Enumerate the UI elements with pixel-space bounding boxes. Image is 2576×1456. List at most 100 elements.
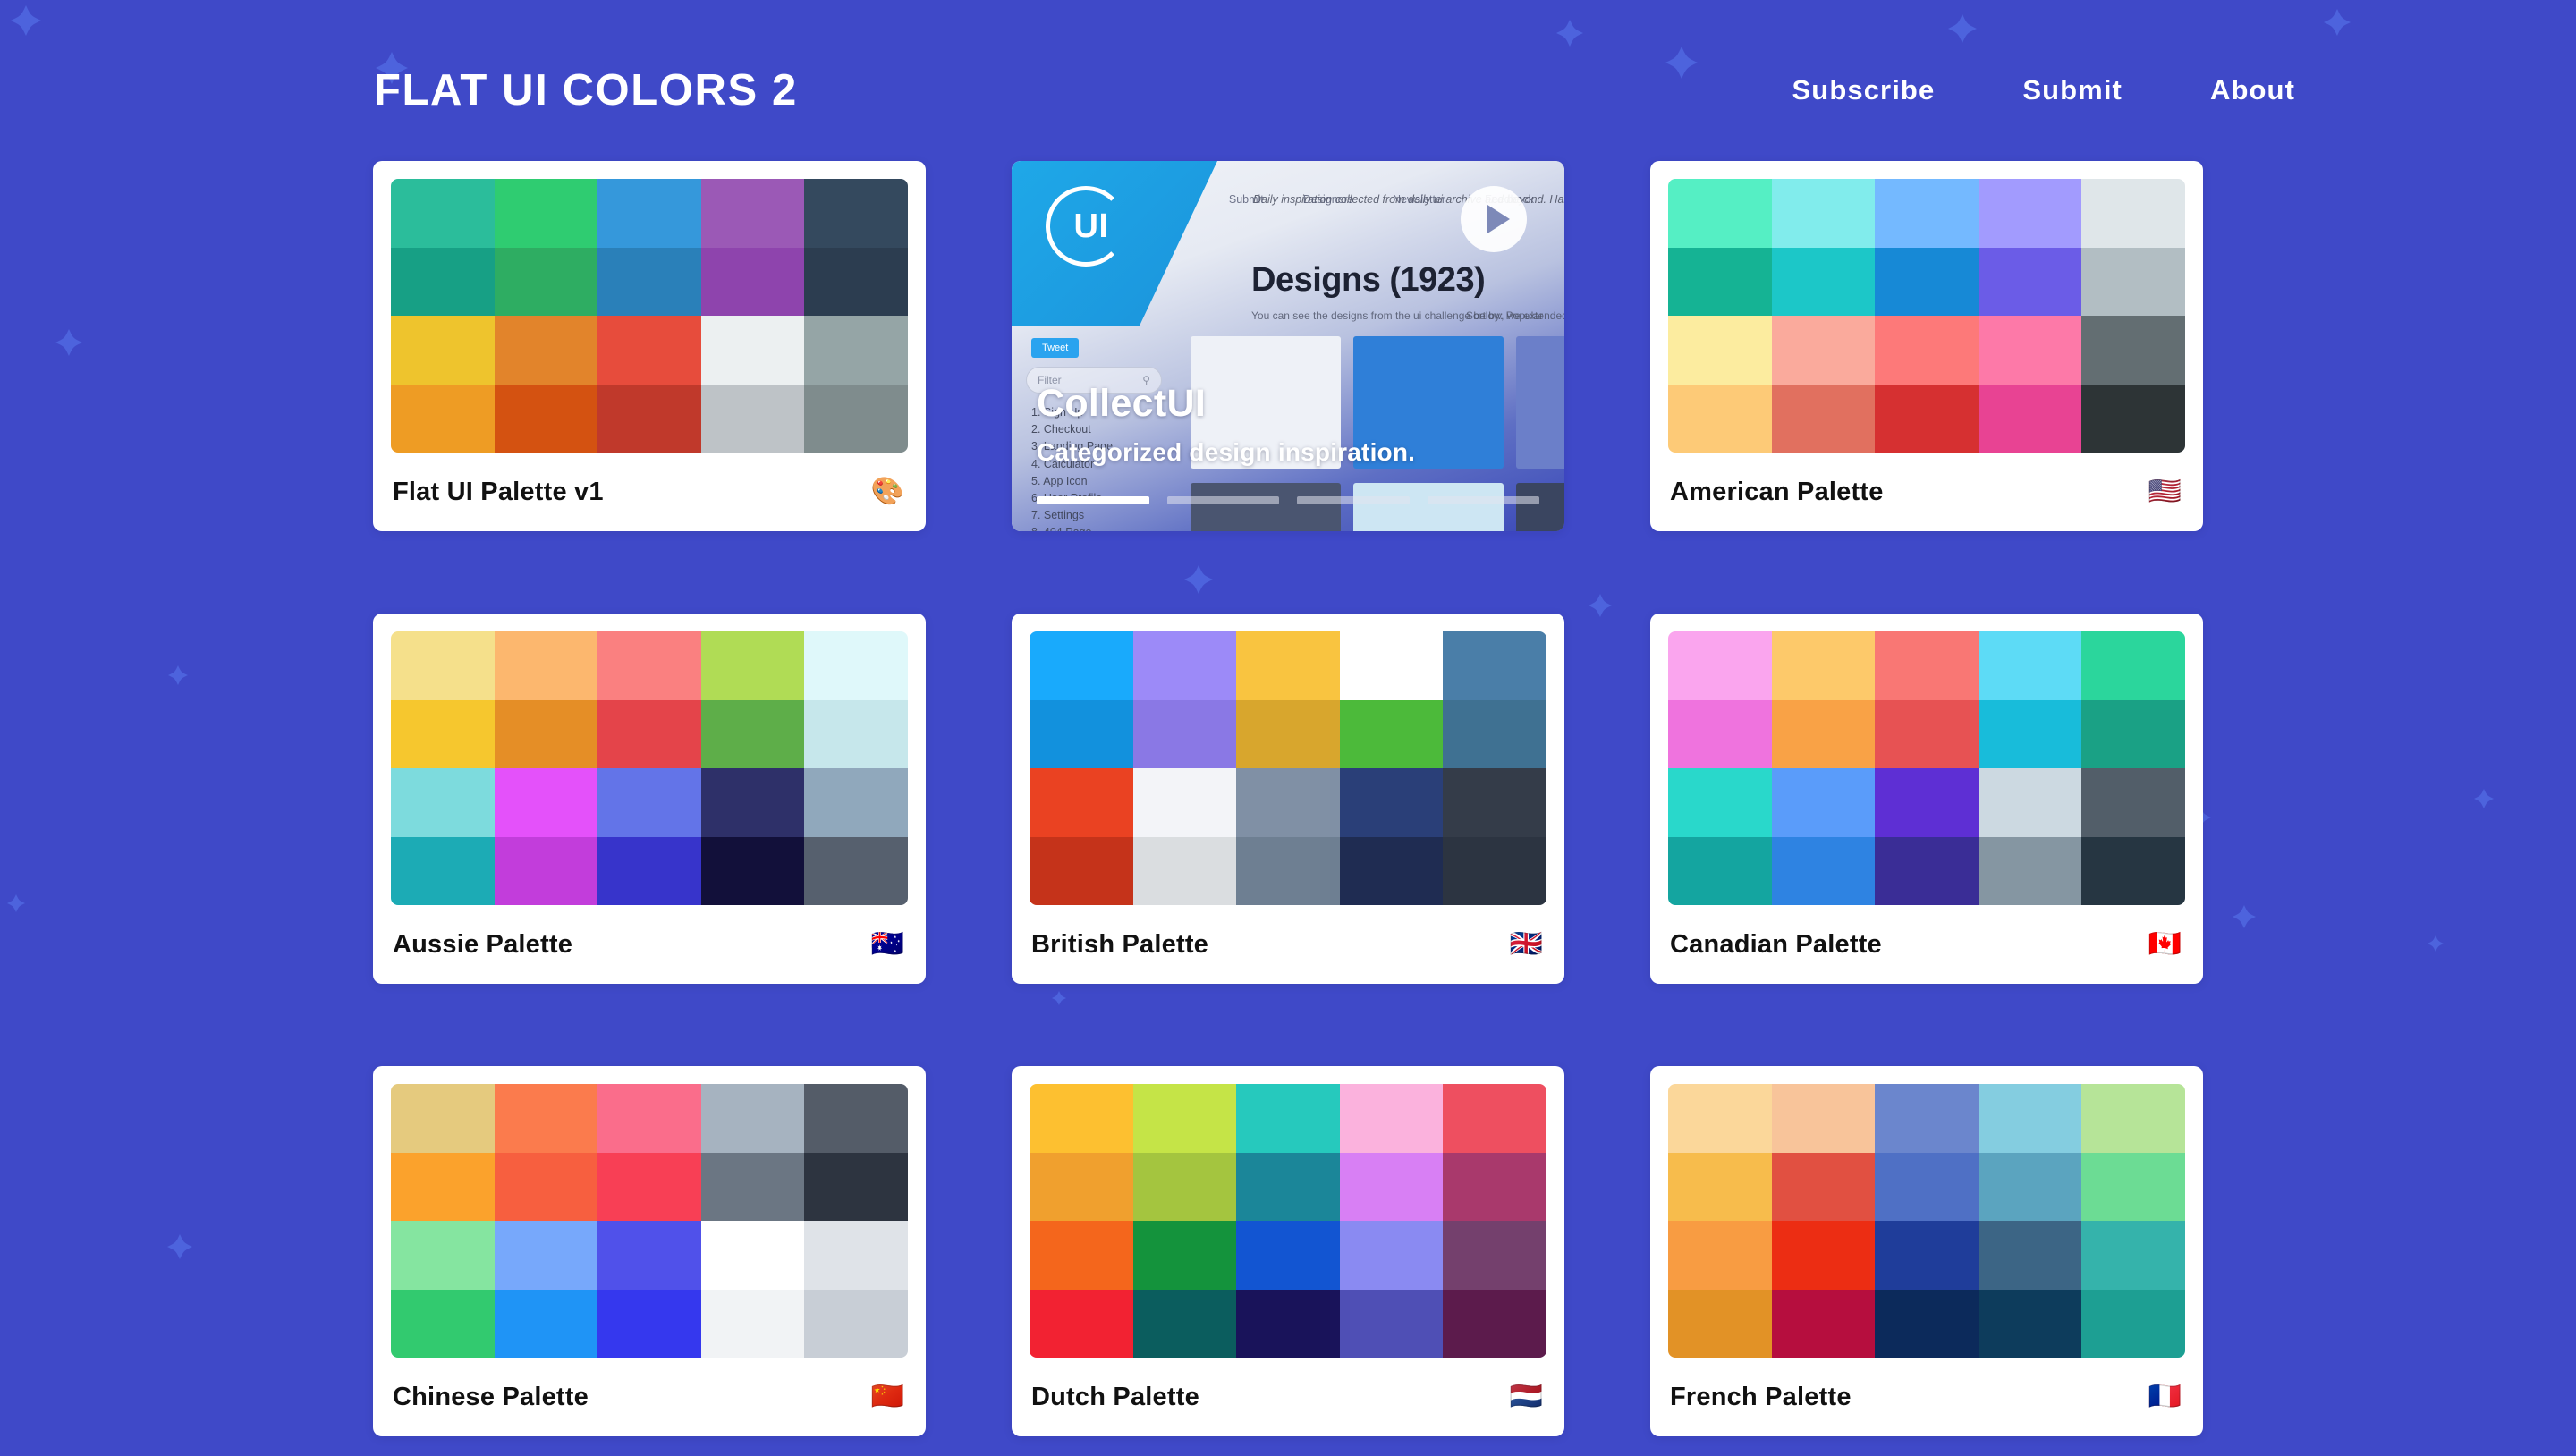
color-swatch[interactable] xyxy=(1978,316,2082,385)
color-swatch[interactable] xyxy=(2081,1084,2185,1153)
color-swatch[interactable] xyxy=(2081,247,2185,316)
color-swatch[interactable] xyxy=(1875,316,1979,385)
color-swatch[interactable] xyxy=(1132,768,1237,837)
color-swatch[interactable] xyxy=(700,836,805,905)
color-swatch[interactable] xyxy=(1978,1221,2082,1290)
ad-progress-bar-4[interactable] xyxy=(1427,496,1539,504)
color-swatch[interactable] xyxy=(1668,836,1772,905)
color-swatch[interactable] xyxy=(1978,384,2082,453)
palette-card[interactable]: Canadian Palette 🇨🇦 xyxy=(1650,614,2203,984)
color-swatch[interactable] xyxy=(1339,836,1444,905)
color-swatch[interactable] xyxy=(1030,699,1133,768)
color-swatch[interactable] xyxy=(700,384,805,453)
color-swatch[interactable] xyxy=(1236,1289,1340,1358)
color-swatch[interactable] xyxy=(597,316,701,385)
color-swatch[interactable] xyxy=(1875,1289,1979,1358)
palette-card[interactable]: French Palette 🇫🇷 xyxy=(1650,1066,2203,1436)
color-swatch[interactable] xyxy=(1978,631,2082,700)
color-swatch[interactable] xyxy=(700,631,805,700)
nav-link-about[interactable]: About xyxy=(2210,74,2295,106)
color-swatch[interactable] xyxy=(1443,1084,1546,1153)
color-swatch[interactable] xyxy=(804,1289,908,1358)
color-swatch[interactable] xyxy=(2081,1289,2185,1358)
color-swatch[interactable] xyxy=(1668,247,1772,316)
color-swatch[interactable] xyxy=(804,699,908,768)
color-swatch[interactable] xyxy=(700,1152,805,1221)
color-swatch[interactable] xyxy=(494,631,598,700)
color-swatch[interactable] xyxy=(1443,631,1546,700)
color-swatch[interactable] xyxy=(804,247,908,316)
color-swatch[interactable] xyxy=(1978,179,2082,248)
color-swatch[interactable] xyxy=(1443,768,1546,837)
color-swatch[interactable] xyxy=(494,768,598,837)
palette-card[interactable]: Aussie Palette 🇦🇺 xyxy=(373,614,926,984)
color-swatch[interactable] xyxy=(391,384,495,453)
color-swatch[interactable] xyxy=(494,316,598,385)
color-swatch[interactable] xyxy=(1978,247,2082,316)
color-swatch[interactable] xyxy=(494,179,598,248)
color-swatch[interactable] xyxy=(597,1152,701,1221)
color-swatch[interactable] xyxy=(1236,631,1340,700)
color-swatch[interactable] xyxy=(1340,631,1444,700)
color-swatch[interactable] xyxy=(1771,631,1876,700)
color-swatch[interactable] xyxy=(700,1221,805,1290)
color-swatch[interactable] xyxy=(597,179,701,248)
color-swatch[interactable] xyxy=(391,768,495,837)
color-swatch[interactable] xyxy=(1978,768,2082,837)
color-swatch[interactable] xyxy=(1339,1152,1444,1221)
nav-link-subscribe[interactable]: Subscribe xyxy=(1792,74,1936,106)
color-swatch[interactable] xyxy=(1771,768,1876,837)
color-swatch[interactable] xyxy=(597,768,701,837)
color-swatch[interactable] xyxy=(391,836,495,905)
color-swatch[interactable] xyxy=(1875,1084,1979,1153)
color-swatch[interactable] xyxy=(1236,699,1340,768)
color-swatch[interactable] xyxy=(1875,768,1979,837)
palette-card[interactable]: Dutch Palette 🇳🇱 xyxy=(1012,1066,1564,1436)
color-swatch[interactable] xyxy=(1030,631,1133,700)
color-swatch[interactable] xyxy=(1668,384,1772,453)
palette-card[interactable]: American Palette 🇺🇸 xyxy=(1650,161,2203,531)
color-swatch[interactable] xyxy=(597,699,701,768)
color-swatch[interactable] xyxy=(1875,247,1979,316)
nav-link-submit[interactable]: Submit xyxy=(2022,74,2123,106)
color-swatch[interactable] xyxy=(1771,1221,1876,1290)
color-swatch[interactable] xyxy=(494,699,598,768)
color-swatch[interactable] xyxy=(1236,836,1340,905)
color-swatch[interactable] xyxy=(1668,1084,1772,1153)
color-swatch[interactable] xyxy=(494,1289,598,1358)
ad-progress-bar-2[interactable] xyxy=(1166,496,1279,504)
color-swatch[interactable] xyxy=(700,1289,805,1358)
color-swatch[interactable] xyxy=(700,179,805,248)
color-swatch[interactable] xyxy=(804,631,908,700)
color-swatch[interactable] xyxy=(804,1152,908,1221)
color-swatch[interactable] xyxy=(391,699,495,768)
play-icon[interactable] xyxy=(1461,186,1527,252)
color-swatch[interactable] xyxy=(391,247,495,316)
color-swatch[interactable] xyxy=(1668,768,1772,837)
color-swatch[interactable] xyxy=(1030,1289,1133,1358)
color-swatch[interactable] xyxy=(1339,699,1444,768)
color-swatch[interactable] xyxy=(1030,836,1133,905)
color-swatch[interactable] xyxy=(2081,699,2185,768)
color-swatch[interactable] xyxy=(1443,1289,1546,1358)
color-swatch[interactable] xyxy=(1978,1084,2082,1153)
color-swatch[interactable] xyxy=(1978,836,2082,905)
color-swatch[interactable] xyxy=(2081,316,2185,385)
color-swatch[interactable] xyxy=(1668,179,1772,248)
color-swatch[interactable] xyxy=(1339,1289,1444,1358)
color-swatch[interactable] xyxy=(1771,1152,1876,1221)
color-swatch[interactable] xyxy=(1236,1152,1340,1221)
color-swatch[interactable] xyxy=(1875,179,1979,248)
color-swatch[interactable] xyxy=(1771,384,1876,453)
color-swatch[interactable] xyxy=(1030,768,1133,837)
color-swatch[interactable] xyxy=(1771,836,1876,905)
color-swatch[interactable] xyxy=(1339,1084,1444,1153)
color-swatch[interactable] xyxy=(1875,699,1979,768)
color-swatch[interactable] xyxy=(1030,1221,1133,1290)
color-swatch[interactable] xyxy=(1978,1289,2082,1358)
color-swatch[interactable] xyxy=(1771,699,1876,768)
color-swatch[interactable] xyxy=(391,1289,495,1358)
color-swatch[interactable] xyxy=(1339,1221,1444,1290)
color-swatch[interactable] xyxy=(804,768,908,837)
color-swatch[interactable] xyxy=(700,1084,805,1153)
